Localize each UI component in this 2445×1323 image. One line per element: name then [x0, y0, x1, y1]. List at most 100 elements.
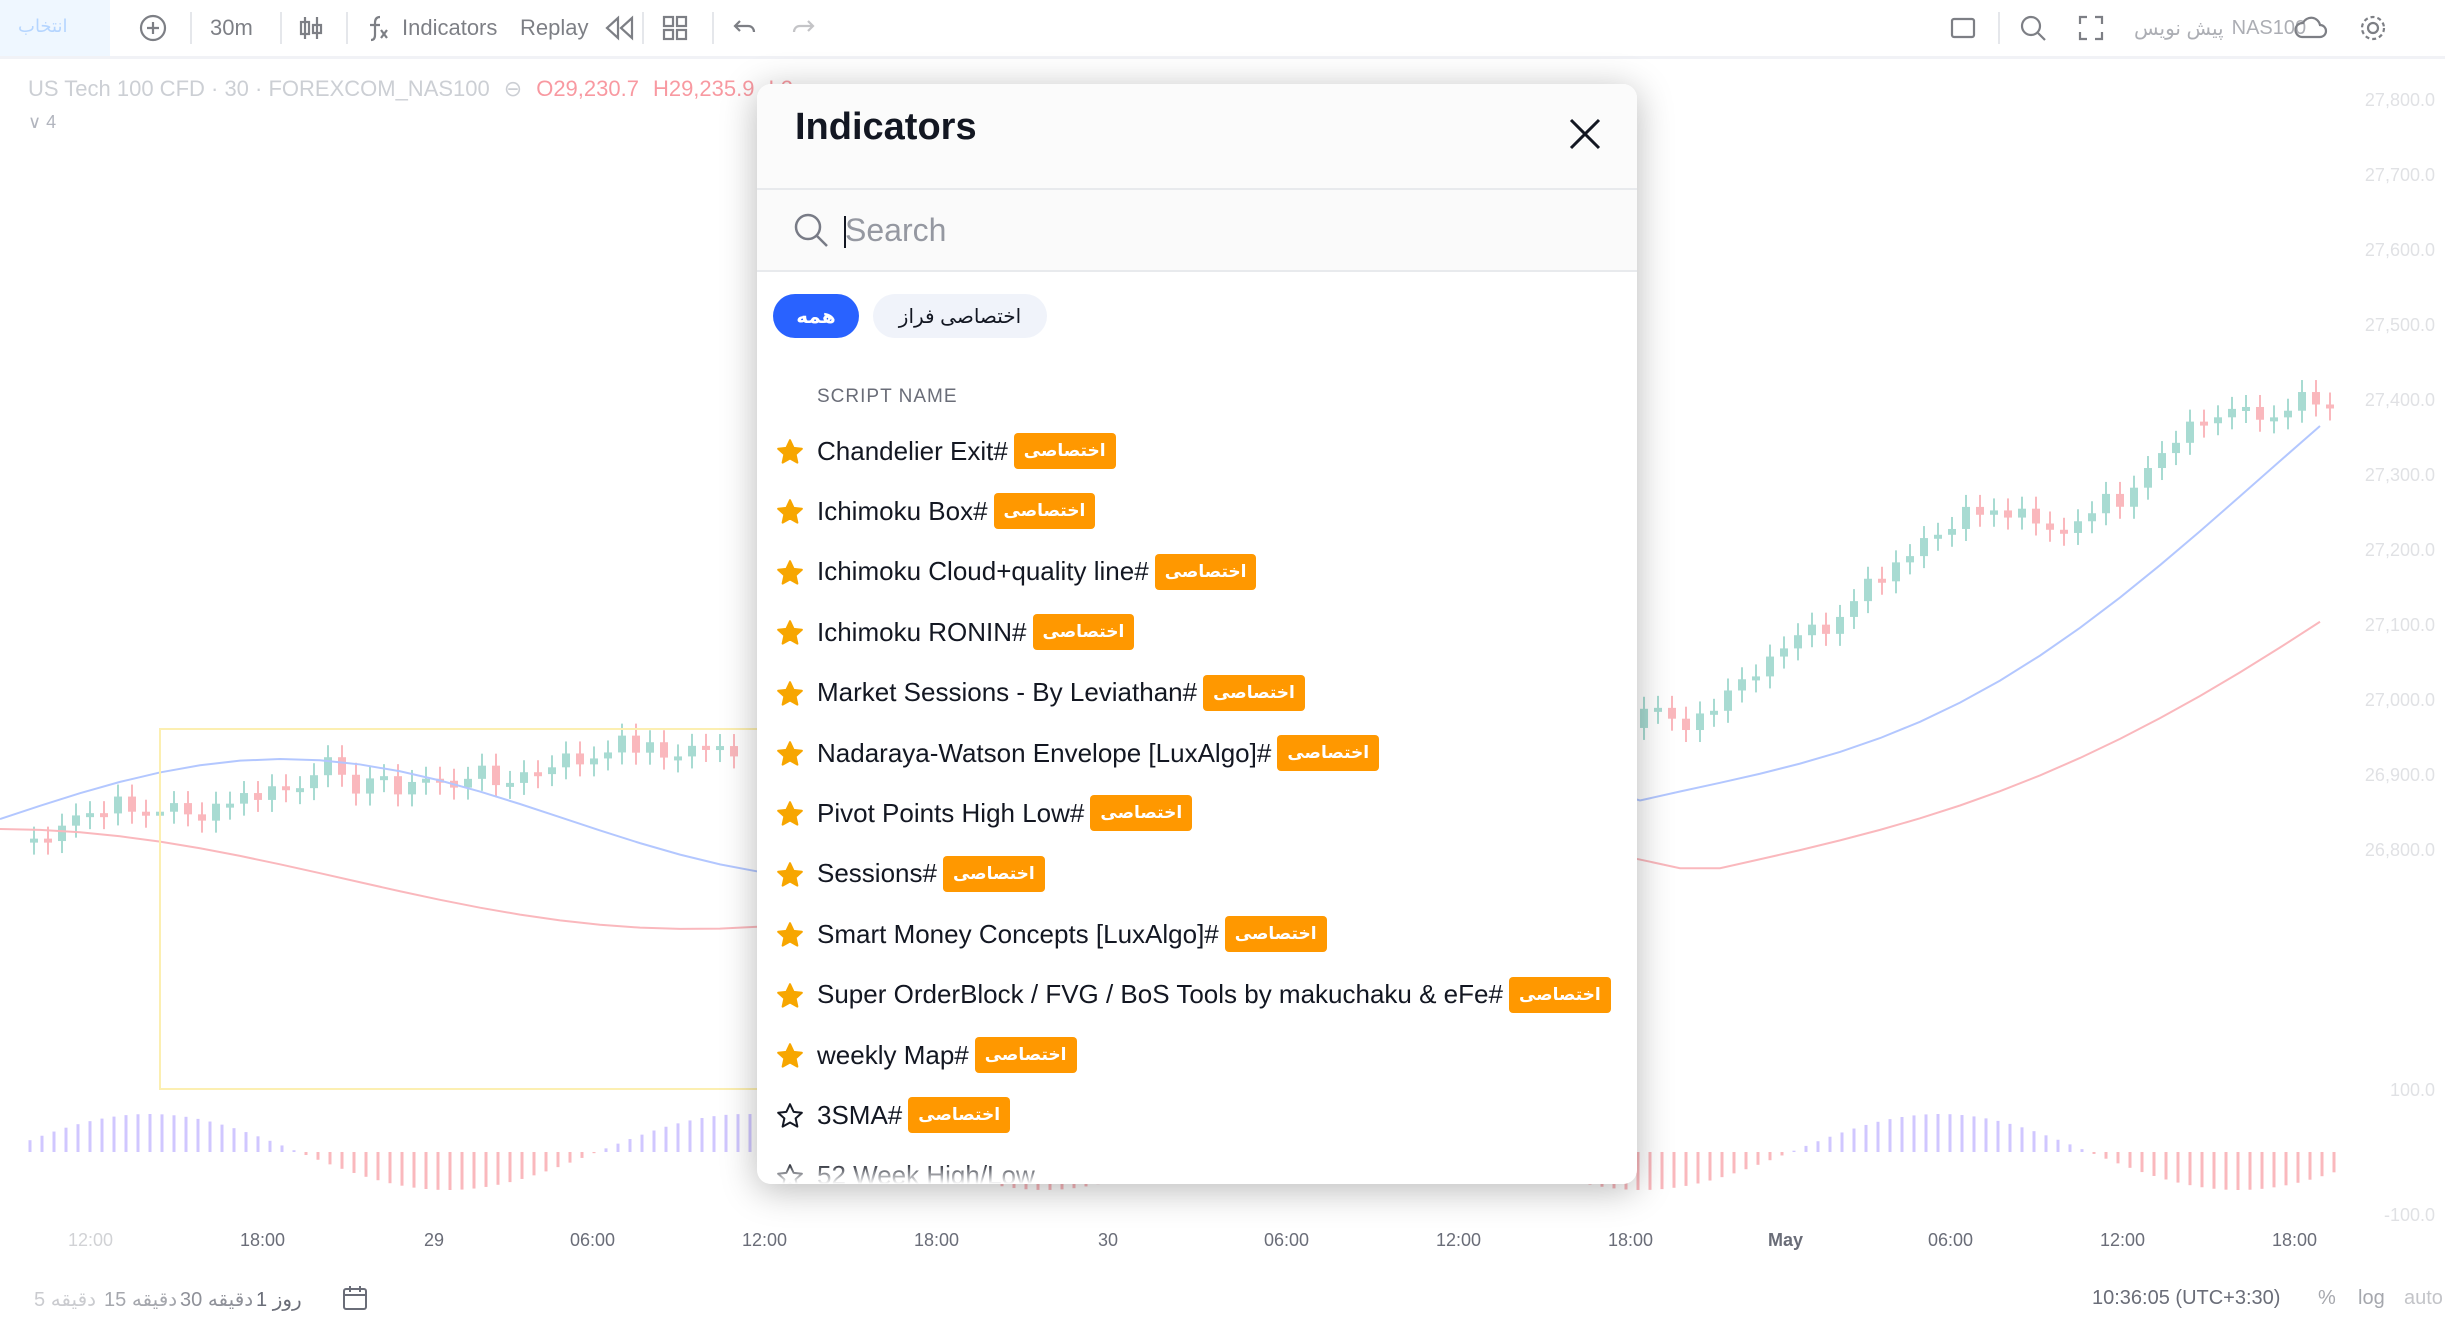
clock-label[interactable]: 10:36:05 (UTC+3:30) [2092, 1287, 2280, 1310]
star-filled-icon[interactable] [775, 739, 805, 769]
auto-toggle[interactable]: auto [2404, 1287, 2443, 1310]
star-filled-icon[interactable] [775, 860, 805, 890]
time-tick-label: May [1768, 1230, 1804, 1250]
close-button[interactable] [1555, 104, 1615, 164]
indicator-row[interactable]: Smart Money Concepts [LuxAlgo]# اختصاصی [757, 904, 1637, 964]
indicators-dialog: Indicators همه اختصاصی فراز SCRIPT NAME … [757, 84, 1637, 1184]
indicator-name-wrap: Ichimoku RONIN# اختصاصی [817, 614, 1135, 651]
indicators-button[interactable]: Indicators [362, 0, 497, 56]
private-badge: اختصاصی [908, 1097, 1011, 1134]
time-tick-label: 12:00 [1436, 1230, 1482, 1250]
star-filled-icon[interactable] [775, 558, 805, 588]
indicator-row[interactable]: Super OrderBlock / FVG / BoS Tools by ma… [757, 965, 1637, 1025]
range-15m[interactable]: 15 دقیقه [104, 1287, 177, 1312]
undo-button[interactable] [730, 0, 760, 56]
candle-body [730, 746, 738, 757]
star-outline-icon[interactable] [775, 1101, 805, 1131]
indicator-row[interactable]: Sessions# اختصاصی [757, 844, 1637, 904]
candle-body [72, 815, 80, 826]
cloud-save-button[interactable] [2292, 0, 2330, 56]
candle-body [338, 757, 346, 775]
candle-body [212, 803, 220, 821]
toolbar-divider [190, 12, 192, 44]
undo-icon [733, 20, 756, 33]
tab-private[interactable]: اختصاصی فراز [873, 294, 1047, 338]
grid-icon [662, 15, 688, 41]
replay-button[interactable]: Replay [520, 0, 636, 56]
star-filled-icon[interactable] [775, 920, 805, 950]
candle-body [2186, 421, 2194, 443]
indicator-name: Market Sessions - By Leviathan# [817, 677, 1198, 708]
indicator-row[interactable]: 3SMA# اختصاصی [757, 1085, 1637, 1145]
price-tick-label: 27,100.0 [2364, 615, 2435, 635]
range-30m[interactable]: 30 دقیقه [180, 1287, 253, 1312]
fullscreen-toggle-button[interactable] [1948, 0, 1978, 56]
star-filled-icon[interactable] [775, 618, 805, 648]
candle-body [2312, 392, 2320, 405]
candle-body [282, 786, 290, 791]
indicator-row[interactable]: Ichimoku RONIN# اختصاصی [757, 602, 1637, 662]
private-badge: اختصاصی [1277, 735, 1380, 771]
chart-type-button[interactable] [296, 0, 326, 56]
indicator-row[interactable]: Ichimoku Box# اختصاصی [757, 481, 1637, 541]
candle-body [1752, 676, 1760, 681]
price-axis[interactable]: 27,800.0 27,700.0 27,600.0 27,500.0 27,400.0… [2345, 70, 2445, 1225]
indicator-row[interactable]: Ichimoku Cloud+quality line# اختصاصی [757, 542, 1637, 602]
indicator-row[interactable]: Market Sessions - By Leviathan# اختصاصی [757, 663, 1637, 723]
indicator-name-wrap: Nadaraya-Watson Envelope [LuxAlgo]# اختصا… [817, 735, 1380, 771]
candle-body [1878, 578, 1886, 583]
candle-body [1766, 656, 1774, 677]
star-filled-icon[interactable] [775, 799, 805, 829]
star-filled-icon[interactable] [775, 497, 805, 527]
candle-body [128, 796, 136, 812]
indicator-row[interactable]: Pivot Points High Low# اختصاصی [757, 783, 1637, 843]
percent-toggle[interactable]: % [2318, 1287, 2336, 1310]
time-tick-label: 06:00 [1264, 1230, 1310, 1250]
range-5m[interactable]: 5 دقیقه [34, 1287, 96, 1312]
candle-body [632, 735, 640, 753]
candle-body [2032, 508, 2040, 524]
candle-body [142, 811, 150, 816]
gear-icon [2360, 15, 2386, 41]
price-tick-label: 26,800.0 [2364, 840, 2435, 860]
candle-body [352, 774, 360, 794]
private-badge: اختصاصی [1154, 553, 1257, 590]
publish-button[interactable]: پیش نویس NAS100 [2134, 0, 2306, 56]
search-input[interactable] [843, 204, 1607, 256]
maximize-button[interactable] [2076, 0, 2106, 56]
time-tick-label: 12:00 [68, 1230, 114, 1250]
price-tick-label: 27,500.0 [2364, 315, 2435, 335]
candle-body [590, 758, 598, 765]
candle-body [2200, 421, 2208, 426]
price-tick-label: 27,200.0 [2364, 540, 2435, 560]
price-tick-label: 27,000.0 [2364, 690, 2435, 710]
close-icon [1569, 118, 1601, 150]
interval-label: 30m [210, 15, 253, 40]
star-filled-icon[interactable] [775, 1041, 805, 1071]
star-filled-icon[interactable] [775, 981, 805, 1011]
time-axis[interactable]: 12:00 18:00 29 06:00 12:00 18:00 30 06:00 12:00 1… [0, 1230, 2445, 1270]
star-filled-icon[interactable] [775, 679, 805, 709]
redo-button[interactable] [788, 0, 818, 56]
indicator-scale-bottom: -100.0 [2383, 1205, 2435, 1225]
candle-body [1668, 707, 1676, 719]
add-symbol-button[interactable] [138, 0, 168, 56]
log-toggle[interactable]: log [2358, 1287, 2385, 1310]
indicator-row[interactable]: Chandelier Exit# اختصاصی [757, 421, 1637, 481]
indicators-label: Indicators [402, 15, 498, 40]
layout-button[interactable] [660, 0, 690, 56]
tab-all[interactable]: همه [773, 294, 859, 338]
ticker-box[interactable]: انتخاب [0, 0, 110, 56]
indicator-row[interactable]: Nadaraya-Watson Envelope [LuxAlgo]# اختصا… [757, 723, 1637, 783]
date-range-icon[interactable] [340, 1283, 370, 1319]
candle-body [1864, 578, 1872, 602]
indicator-row[interactable]: weekly Map# اختصاصی [757, 1025, 1637, 1085]
function-icon [370, 15, 388, 42]
candle-body [366, 778, 374, 794]
candle-body [1780, 648, 1788, 657]
settings-button[interactable] [2358, 0, 2388, 56]
interval-button[interactable]: 30m [210, 0, 253, 56]
range-1d[interactable]: 1 روز [256, 1287, 302, 1312]
quick-search-button[interactable] [2018, 0, 2048, 56]
star-filled-icon[interactable] [775, 437, 805, 467]
